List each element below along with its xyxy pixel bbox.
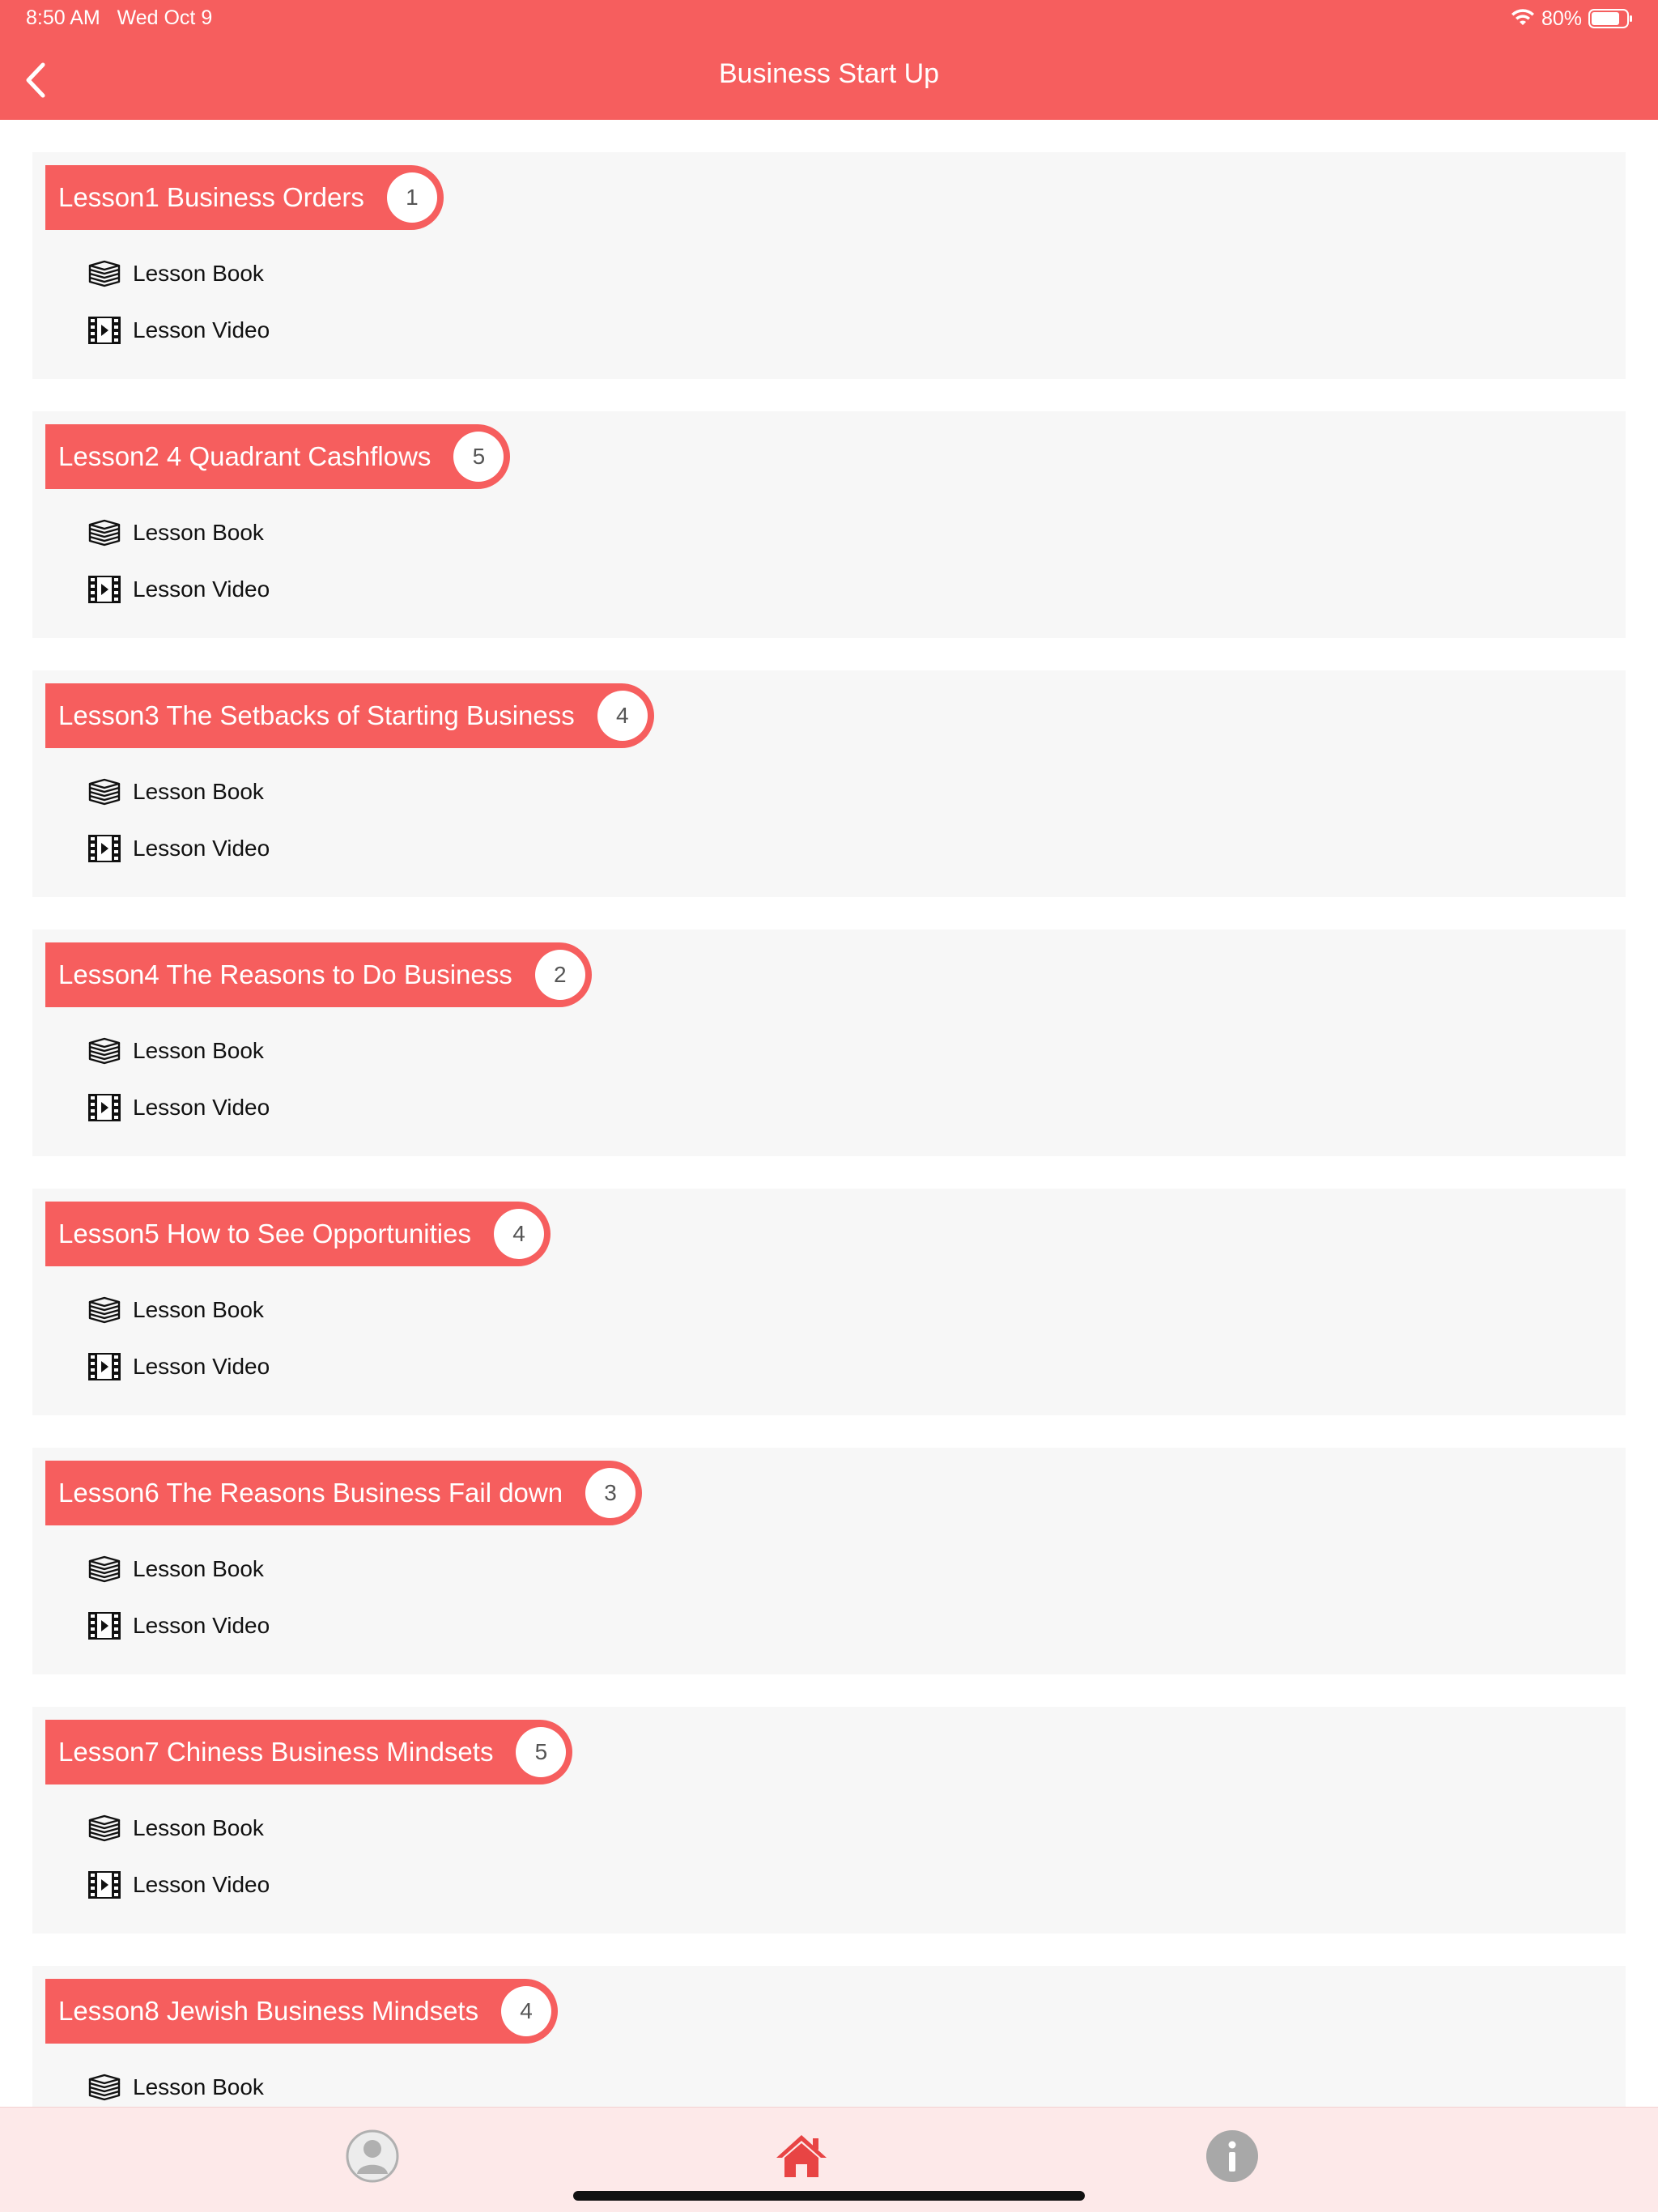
lesson-title: Lesson5 How to See Opportunities	[58, 1219, 471, 1249]
lesson-card: Lesson3 The Setbacks of Starting Busines…	[32, 670, 1626, 897]
book-stack-icon	[87, 2073, 121, 2102]
book-stack-icon	[87, 1555, 121, 1584]
lesson-video-link[interactable]: Lesson Video	[87, 568, 270, 610]
lesson-title: Lesson4 The Reasons to Do Business	[58, 959, 512, 989]
lesson-count-badge: 2	[534, 950, 585, 1000]
top-header: 8:50 AM Wed Oct 9 80% Business Start Up	[0, 0, 1658, 120]
lesson-count-badge: 4	[493, 1209, 544, 1259]
book-stack-icon	[87, 1036, 121, 1066]
lesson-title: Lesson3 The Setbacks of Starting Busines…	[58, 700, 575, 730]
lesson-count-badge: 4	[597, 691, 648, 741]
status-indicators: 80%	[1511, 5, 1634, 32]
film-video-icon	[87, 834, 121, 863]
lesson-book-label: Lesson Book	[133, 520, 264, 545]
lesson-book-label: Lesson Book	[133, 1556, 264, 1581]
status-time: 8:50 AM	[26, 6, 100, 29]
lesson-video-label: Lesson Video	[133, 1872, 270, 1897]
lesson-header[interactable]: Lesson3 The Setbacks of Starting Busines…	[45, 683, 654, 748]
film-video-icon	[87, 1352, 121, 1381]
film-video-icon	[87, 575, 121, 604]
lesson-video-link[interactable]: Lesson Video	[87, 1346, 270, 1388]
lesson-title: Lesson6 The Reasons Business Fail down	[58, 1478, 563, 1508]
lesson-card: Lesson6 The Reasons Business Fail down 3…	[32, 1448, 1626, 1674]
lesson-video-label: Lesson Video	[133, 1095, 270, 1120]
lesson-book-label: Lesson Book	[133, 779, 264, 804]
lesson-book-link[interactable]: Lesson Book	[87, 512, 264, 554]
book-stack-icon	[87, 777, 121, 806]
lesson-book-link[interactable]: Lesson Book	[87, 1807, 264, 1849]
lesson-count-badge: 5	[453, 432, 504, 482]
book-stack-icon	[87, 1814, 121, 1843]
lesson-card: Lesson4 The Reasons to Do Business 2 Les…	[32, 929, 1626, 1156]
lesson-book-link[interactable]: Lesson Book	[87, 1289, 264, 1331]
wifi-icon	[1511, 9, 1534, 25]
lesson-video-link[interactable]: Lesson Video	[87, 309, 270, 351]
lesson-card: Lesson5 How to See Opportunities 4 Lesso…	[32, 1189, 1626, 1415]
status-date: Wed Oct 9	[117, 6, 213, 29]
lesson-card: Lesson7 Chiness Business Mindsets 5 Less…	[32, 1707, 1626, 1933]
lesson-book-link[interactable]: Lesson Book	[87, 253, 264, 295]
lesson-header[interactable]: Lesson7 Chiness Business Mindsets 5	[45, 1720, 573, 1784]
lesson-video-label: Lesson Video	[133, 1354, 270, 1379]
lesson-video-label: Lesson Video	[133, 1613, 270, 1638]
film-video-icon	[87, 316, 121, 345]
lesson-count-badge: 3	[585, 1468, 636, 1518]
lesson-header[interactable]: Lesson8 Jewish Business Mindsets 4	[45, 1979, 559, 2044]
film-video-icon	[87, 1093, 121, 1122]
lesson-header[interactable]: Lesson4 The Reasons to Do Business 2	[45, 942, 592, 1007]
lesson-book-label: Lesson Book	[133, 1815, 264, 1840]
lesson-video-link[interactable]: Lesson Video	[87, 1087, 270, 1129]
battery-percent: 80%	[1541, 6, 1582, 30]
lesson-title: Lesson8 Jewish Business Mindsets	[58, 1996, 479, 2026]
tab-info[interactable]	[1200, 2124, 1265, 2189]
app-window: 8:50 AM Wed Oct 9 80% Business Start Up	[0, 0, 1658, 2212]
lesson-header[interactable]: Lesson6 The Reasons Business Fail down 3	[45, 1461, 643, 1525]
lesson-header[interactable]: Lesson1 Business Orders 1	[45, 165, 444, 230]
lesson-book-label: Lesson Book	[133, 1297, 264, 1322]
lesson-book-label: Lesson Book	[133, 261, 264, 286]
bottom-tab-bar	[0, 2107, 1658, 2212]
film-video-icon	[87, 1611, 121, 1640]
home-icon	[776, 2135, 827, 2177]
profile-icon	[346, 2129, 399, 2183]
lesson-title: Lesson7 Chiness Business Mindsets	[58, 1737, 494, 1767]
lesson-video-label: Lesson Video	[133, 576, 270, 602]
lesson-book-label: Lesson Book	[133, 1038, 264, 1063]
page-title: Business Start Up	[718, 58, 940, 89]
lesson-book-link[interactable]: Lesson Book	[87, 771, 264, 813]
lesson-count-badge: 4	[501, 1986, 552, 2036]
battery-icon	[1588, 9, 1632, 28]
lesson-header[interactable]: Lesson5 How to See Opportunities 4	[45, 1202, 551, 1266]
status-time-date: 8:50 AM Wed Oct 9	[26, 6, 212, 30]
book-stack-icon	[87, 518, 121, 547]
lesson-book-link[interactable]: Lesson Book	[87, 2066, 264, 2108]
lesson-book-link[interactable]: Lesson Book	[87, 1030, 264, 1072]
lesson-card: Lesson2 4 Quadrant Cashflows 5 Lesson Bo…	[32, 411, 1626, 638]
lesson-book-link[interactable]: Lesson Book	[87, 1548, 264, 1590]
lesson-title: Lesson2 4 Quadrant Cashflows	[58, 441, 432, 471]
lesson-video-link[interactable]: Lesson Video	[87, 827, 270, 870]
info-icon	[1206, 2130, 1258, 2182]
home-indicator[interactable]	[573, 2191, 1085, 2201]
film-video-icon	[87, 1870, 121, 1899]
tab-profile[interactable]	[340, 2124, 405, 2189]
lesson-header[interactable]: Lesson2 4 Quadrant Cashflows 5	[45, 424, 511, 489]
book-stack-icon	[87, 259, 121, 288]
lesson-card: Lesson1 Business Orders 1 Lesson Book Le…	[32, 152, 1626, 379]
lesson-video-label: Lesson Video	[133, 836, 270, 861]
lesson-book-label: Lesson Book	[133, 2074, 264, 2099]
tab-home[interactable]	[769, 2124, 834, 2189]
lesson-video-link[interactable]: Lesson Video	[87, 1864, 270, 1906]
lesson-video-link[interactable]: Lesson Video	[87, 1605, 270, 1647]
lesson-video-label: Lesson Video	[133, 317, 270, 342]
lesson-count-badge: 5	[516, 1727, 567, 1777]
lesson-count-badge: 1	[386, 172, 437, 223]
lesson-title: Lesson1 Business Orders	[58, 182, 364, 212]
book-stack-icon	[87, 1295, 121, 1325]
